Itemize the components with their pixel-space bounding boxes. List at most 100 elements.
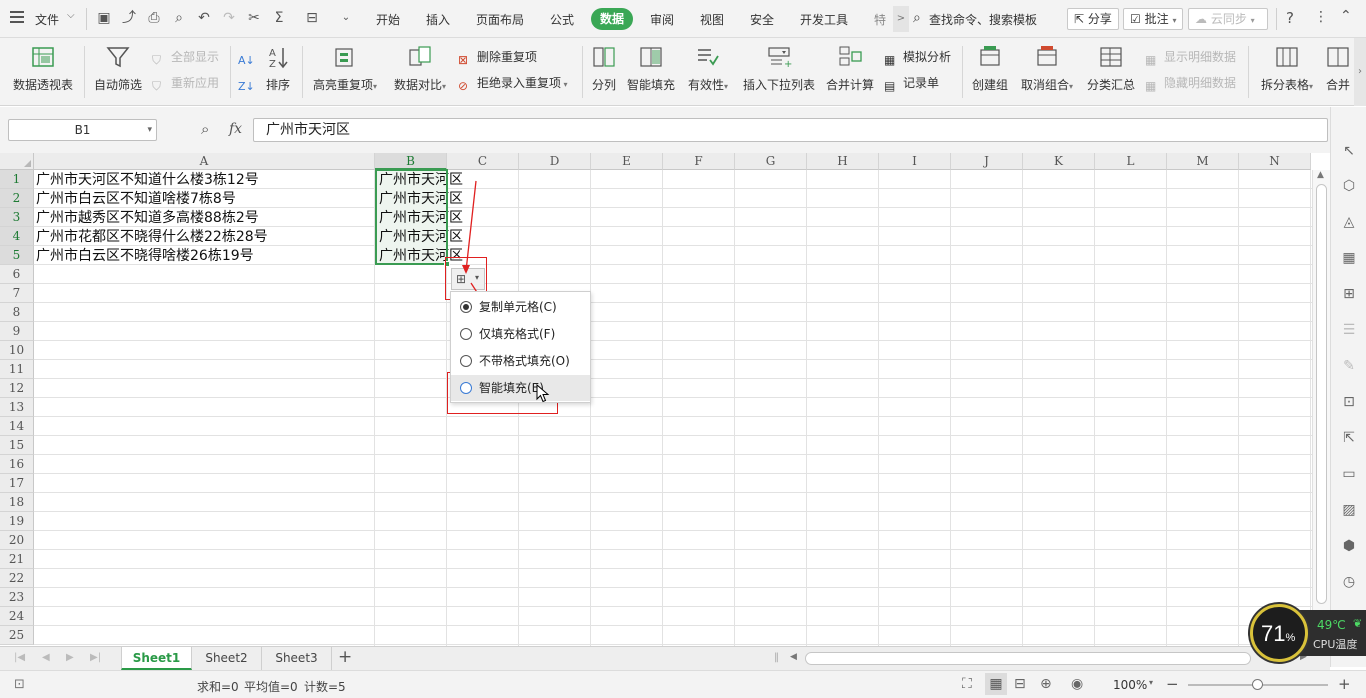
comment-button[interactable]: ☑ 批注 ▾ <box>1123 8 1183 30</box>
tab-developer[interactable]: 开发工具 <box>800 11 848 28</box>
add-sheet-button[interactable]: + <box>338 647 352 667</box>
tab-view[interactable]: 视图 <box>700 11 724 28</box>
show-detail-button[interactable]: ▦ 显示明细数据 <box>1145 47 1236 67</box>
horizontal-scrollbar-thumb[interactable] <box>805 652 1251 665</box>
remove-duplicates-button[interactable]: ⊠ 删除重复项 <box>458 47 537 67</box>
zoom-search-icon[interactable]: ⌕ <box>201 120 209 138</box>
tab-scroll-button[interactable]: > <box>893 6 909 32</box>
option-fill-formatting-only[interactable]: 仅填充格式(F) <box>451 321 590 347</box>
scroll-left-icon[interactable]: ◀ <box>790 652 797 662</box>
export-icon[interactable]: ⤴ <box>121 10 137 26</box>
fullscreen-icon[interactable]: ⛶ <box>962 676 972 692</box>
sheet-tab-sheet3[interactable]: Sheet3 <box>262 647 332 670</box>
sort-button[interactable]: AZ 排序 <box>262 44 294 93</box>
option-copy-cells[interactable]: 复制单元格(C) <box>451 294 590 320</box>
tab-formulas[interactable]: 公式 <box>550 11 574 28</box>
text-to-columns-button[interactable]: 分列 <box>589 44 619 93</box>
more-icon[interactable]: ⌄ <box>338 10 354 26</box>
zoom-out-button[interactable]: − <box>1166 675 1179 693</box>
image-convert-icon[interactable]: ⊡ <box>1340 393 1358 411</box>
radio-icon[interactable] <box>460 382 472 394</box>
collapse-ribbon-icon[interactable]: ⌃ <box>1340 8 1352 24</box>
radio-icon[interactable] <box>460 355 472 367</box>
page-layout-view-icon[interactable]: ⊕ <box>1040 676 1052 692</box>
tab-review[interactable]: 审阅 <box>650 11 674 28</box>
sort-descending-button[interactable]: Z↓ <box>238 73 257 93</box>
prev-sheet-icon[interactable]: ◀ <box>42 652 50 663</box>
radio-selected-icon[interactable] <box>460 301 472 313</box>
cloud-sync-button[interactable]: ☁ 云同步 ▾ <box>1188 8 1268 30</box>
reapply-button[interactable]: ⛉ 重新应用 <box>152 73 219 93</box>
chevron-down-icon[interactable]: ▾ <box>1149 678 1153 687</box>
share-out-icon[interactable]: ⇱ <box>1340 429 1358 447</box>
print-icon[interactable]: ⎙ <box>146 10 162 26</box>
more-options-icon[interactable]: ⋮ <box>1314 9 1328 25</box>
vertical-scrollbar[interactable]: ▲ <box>1312 170 1330 646</box>
shapes-icon[interactable]: ⬡ <box>1340 177 1358 195</box>
chevron-up-icon[interactable]: ▲ <box>1317 170 1324 180</box>
subtotal-button[interactable]: 分类汇总 <box>1086 44 1136 93</box>
ungroup-button[interactable]: 取消组合▾ <box>1019 44 1075 93</box>
undo-icon[interactable]: ↶ <box>196 10 212 26</box>
select-pointer-icon[interactable]: ↖ <box>1340 142 1358 160</box>
print-preview-icon[interactable]: ⌕ <box>171 10 187 26</box>
data-compare-button[interactable]: 数据对比▾ <box>389 44 451 93</box>
last-sheet-icon[interactable]: ▶| <box>90 652 101 663</box>
filter-list-icon[interactable]: ☰ <box>1340 321 1358 339</box>
tab-page-layout[interactable]: 页面布局 <box>476 11 524 28</box>
insert-dropdown-list-button[interactable]: + 插入下拉列表 <box>742 44 816 93</box>
hamburger-icon[interactable] <box>10 11 24 23</box>
redo-icon[interactable]: ↷ <box>221 10 237 26</box>
consolidate-button[interactable]: 合并计算 <box>826 44 874 93</box>
cpu-temperature-widget[interactable]: 71% 49℃ ❦ CPU温度 <box>1250 604 1366 662</box>
zoom-level[interactable]: 100% <box>1113 678 1147 692</box>
option-flash-fill[interactable]: 智能填充(E) <box>451 375 590 401</box>
ribbon-scroll-right-button[interactable]: › <box>1354 38 1366 106</box>
image-icon[interactable]: ▨ <box>1340 501 1358 519</box>
format-icon[interactable]: ⊟ <box>304 10 320 26</box>
cut-icon[interactable]: ✂ <box>246 10 262 26</box>
tab-splitter[interactable]: ‖ <box>774 652 779 663</box>
reject-duplicates-button[interactable]: ⊘ 拒绝录入重复项 ▾ <box>458 73 568 93</box>
record-form-button[interactable]: ▤ 记录单 <box>884 73 939 93</box>
command-search[interactable]: 查找命令、搜索模板 <box>929 11 1037 28</box>
split-table-button[interactable]: 拆分表格▾ <box>1256 44 1318 93</box>
fx-label[interactable]: fx <box>229 121 242 137</box>
option-fill-without-formatting[interactable]: 不带格式填充(O) <box>451 348 590 374</box>
autofilter-button[interactable]: 自动筛选 <box>92 44 144 93</box>
flash-fill-button[interactable]: 智能填充 <box>626 44 676 93</box>
style-icon[interactable]: ◬ <box>1340 213 1358 231</box>
tab-security[interactable]: 安全 <box>750 11 774 28</box>
chevron-down-icon[interactable]: ▾ <box>147 120 152 140</box>
eye-protection-icon[interactable]: ◉ <box>1071 676 1083 692</box>
sum-icon[interactable]: Σ <box>271 10 287 26</box>
pivot-table-button[interactable]: 数据透视表 <box>11 44 75 93</box>
share-button[interactable]: ⇱ 分享 <box>1067 8 1119 30</box>
sheet-tab-sheet2[interactable]: Sheet2 <box>192 647 262 670</box>
create-group-button[interactable]: 创建组 <box>971 44 1009 93</box>
merge-button[interactable]: 合并 <box>1324 44 1352 93</box>
macro-record-icon[interactable]: ⊡ <box>14 677 25 692</box>
chevron-down-icon[interactable]: ⌵ <box>67 10 75 21</box>
highlight-duplicates-button[interactable]: 高亮重复项▾ <box>309 44 381 93</box>
file-menu[interactable]: 文件 <box>35 11 59 28</box>
formula-input[interactable]: 广州市天河区 <box>253 118 1328 142</box>
scrollbar-thumb[interactable] <box>1316 184 1327 604</box>
archive-icon[interactable]: ▭ <box>1340 465 1358 483</box>
tab-home[interactable]: 开始 <box>376 11 400 28</box>
history-icon[interactable]: ◷ <box>1340 573 1358 591</box>
spreadsheet-grid[interactable]: ABCDEFGHIJKLMN 1 2 3 4 5 6 7 8 9 10 11 12 13 14 15 16 17… <box>0 153 1312 646</box>
hide-detail-button[interactable]: ▦ 隐藏明细数据 <box>1145 73 1236 93</box>
normal-view-icon[interactable]: ▦ <box>985 673 1007 695</box>
show-all-button[interactable]: ⛉ 全部显示 <box>152 47 219 67</box>
data-validation-button[interactable]: 有效性▾ <box>684 44 732 93</box>
name-box[interactable]: B1 ▾ <box>8 119 157 141</box>
tab-insert[interactable]: 插入 <box>426 11 450 28</box>
save-icon[interactable]: ▣ <box>96 10 112 26</box>
first-sheet-icon[interactable]: |◀ <box>14 652 25 663</box>
table-icon[interactable]: ▦ <box>1340 249 1358 267</box>
tab-data[interactable]: 数据 <box>591 8 634 30</box>
zoom-in-button[interactable]: + <box>1338 675 1351 693</box>
zoom-slider-handle[interactable] <box>1252 679 1263 690</box>
next-sheet-icon[interactable]: ▶ <box>66 652 74 663</box>
